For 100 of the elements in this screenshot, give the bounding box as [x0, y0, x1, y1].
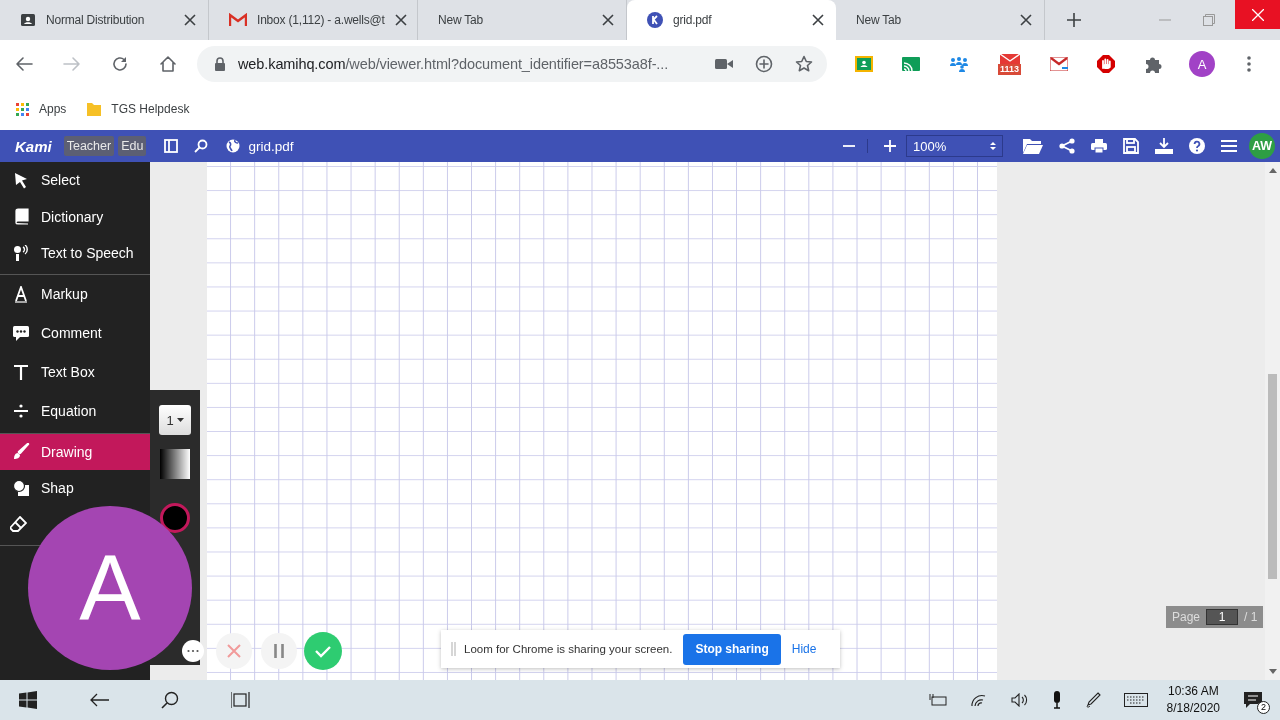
printer-icon[interactable]: [1091, 138, 1107, 154]
mail-icon: [229, 13, 247, 27]
new-tab-icon[interactable]: [1067, 13, 1081, 27]
hide-link[interactable]: Hide: [791, 642, 817, 656]
tool-item[interactable]: Drawing: [0, 433, 150, 470]
scroll-down-icon: [1268, 669, 1277, 674]
home-icon[interactable]: [159, 55, 177, 73]
tab-title: Normal Distribution: [46, 13, 145, 27]
tool-item[interactable]: Markup: [0, 274, 92, 314]
comment-icon: [13, 324, 30, 342]
book-icon: [13, 208, 30, 226]
microphone-icon[interactable]: [1051, 691, 1062, 709]
pause-icon[interactable]: [261, 633, 297, 669]
tool-item[interactable]: Dictionary: [0, 198, 108, 235]
letter-icon: [13, 285, 30, 303]
folder-icon: [87, 102, 102, 116]
caret-icon: [176, 418, 184, 422]
page-number-field[interactable]: 1: [1206, 609, 1239, 625]
opacity-swatch[interactable]: [160, 449, 190, 479]
save-icon[interactable]: [1123, 138, 1139, 154]
close-icon: [1251, 8, 1264, 21]
add-circle-icon[interactable]: [755, 55, 773, 73]
tab-title: New Tab: [438, 13, 484, 27]
close-icon[interactable]: [602, 14, 614, 26]
folder-icon[interactable]: [1023, 138, 1043, 154]
browser-tab[interactable]: grid.pdf: [627, 0, 836, 40]
notification-icon: [1244, 692, 1262, 708]
back-icon[interactable]: [89, 693, 109, 707]
tab-title: Inbox (1,112) - a.wells@t: [257, 13, 385, 27]
tab-title: New Tab: [856, 13, 902, 27]
drag-handle-icon: [451, 642, 456, 656]
bookmark[interactable]: Apps: [16, 102, 67, 116]
tool-item[interactable]: Comment: [0, 313, 106, 353]
people-icon[interactable]: [949, 56, 969, 72]
help-icon[interactable]: [1189, 138, 1205, 154]
star-icon[interactable]: [795, 55, 813, 73]
scrollbar[interactable]: [1265, 162, 1280, 680]
tool-item[interactable]: Select: [0, 162, 84, 199]
search-icon[interactable]: [194, 139, 209, 153]
mail-icon[interactable]: [1050, 57, 1069, 71]
plan-label: Teacher: [63, 136, 115, 156]
unread-count: 1113: [998, 63, 1022, 75]
windows-logo-icon[interactable]: [19, 691, 37, 709]
reload-icon[interactable]: [111, 55, 129, 73]
color-swatch[interactable]: [160, 503, 190, 533]
pen-icon[interactable]: [1084, 692, 1101, 708]
globe-icon: [226, 139, 241, 153]
sharing-message: Loom for Chrome is sharing your screen.: [464, 643, 673, 655]
task-view-icon[interactable]: [231, 692, 253, 708]
scrollbar-thumb[interactable]: [1268, 374, 1277, 579]
zoom-select[interactable]: 100%: [906, 135, 1003, 157]
clock-date[interactable]: 8/18/2020: [1166, 700, 1220, 717]
close-icon[interactable]: [184, 14, 196, 26]
tool-item[interactable]: Shap: [0, 470, 78, 507]
battery-plug-icon[interactable]: [928, 694, 947, 706]
chalkboard-icon[interactable]: [855, 56, 873, 72]
notification-count: 2: [1257, 701, 1270, 714]
page-total: / 1: [1244, 610, 1258, 624]
bookmark[interactable]: TGS Helpdesk: [87, 102, 190, 116]
updown-icon: [990, 141, 996, 151]
share-icon[interactable]: [1059, 138, 1075, 154]
close-icon[interactable]: [1020, 14, 1032, 26]
page-label: Page: [1172, 610, 1201, 624]
stop-hand-icon[interactable]: [1097, 55, 1116, 73]
check-icon[interactable]: [304, 632, 342, 670]
divide-icon: [13, 402, 30, 420]
k-logo-icon: [647, 12, 663, 28]
address-bar[interactable]: web.kamihq.com/web/viewer.html?document_identifier=a8553a8f-...: [197, 46, 827, 82]
file-name: grid.pdf: [248, 138, 294, 154]
wifi-icon[interactable]: [969, 693, 988, 707]
sidebar-panel-icon[interactable]: [164, 139, 179, 153]
shapes-icon: [13, 479, 30, 497]
tab-title: grid.pdf: [673, 13, 712, 27]
lock-icon: [214, 57, 226, 71]
menu-icon[interactable]: [1221, 139, 1237, 153]
search-icon[interactable]: [161, 691, 179, 709]
plan-label: Edu: [118, 136, 147, 156]
video-camera-icon[interactable]: [715, 58, 733, 70]
clock-time[interactable]: 10:36 AM: [1167, 683, 1219, 700]
tool-item[interactable]: Equation: [0, 391, 101, 431]
stroke-width-select[interactable]: 1: [159, 405, 191, 435]
speaker-icon: [13, 244, 30, 262]
tool-item[interactable]: Text to Speech: [0, 235, 138, 272]
back-icon[interactable]: [15, 55, 33, 73]
tool-item[interactable]: Text Box: [0, 352, 99, 392]
profile-avatar[interactable]: A: [1189, 51, 1216, 77]
more-icon[interactable]: [182, 640, 204, 662]
speaker-icon[interactable]: [1010, 693, 1029, 707]
close-icon[interactable]: [812, 14, 824, 26]
cast-icon[interactable]: [902, 57, 920, 71]
stop-sharing-button[interactable]: Stop sharing: [683, 633, 781, 665]
eraser-icon: [10, 516, 27, 534]
zoom-in-icon[interactable]: [884, 140, 896, 152]
close-icon[interactable]: [394, 14, 407, 26]
apps-grid-icon: [16, 102, 29, 116]
mail-counter-button[interactable]: 1113: [998, 53, 1022, 75]
url-text: web.kamihq.com/web/viewer.html?document_identifier=a8553a8f-...: [238, 56, 670, 72]
keyboard-icon[interactable]: [1123, 693, 1148, 707]
download-icon[interactable]: [1155, 138, 1173, 154]
more-icon[interactable]: [1247, 56, 1252, 72]
